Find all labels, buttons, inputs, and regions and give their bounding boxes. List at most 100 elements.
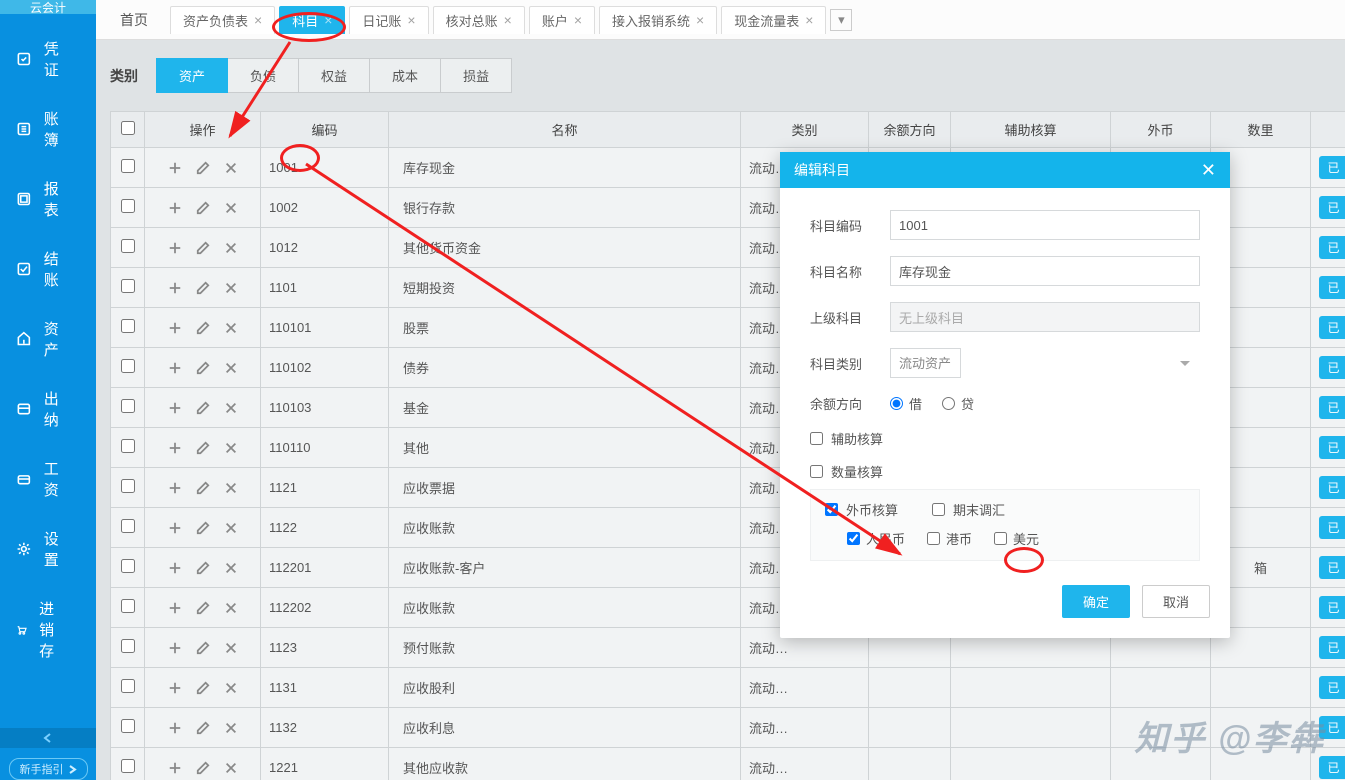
add-icon[interactable] [168, 281, 182, 295]
edit-icon[interactable] [196, 681, 210, 695]
add-icon[interactable] [168, 761, 182, 775]
cat-btn-4[interactable]: 损益 [441, 58, 512, 93]
nav-item-5[interactable]: 出 纳 [0, 374, 96, 444]
edit-icon[interactable] [196, 161, 210, 175]
add-icon[interactable] [168, 681, 182, 695]
edit-icon[interactable] [196, 401, 210, 415]
bal-credit-radio[interactable]: 贷 [942, 394, 974, 413]
row-chk[interactable] [121, 319, 135, 333]
nav-item-7[interactable]: 设 置 [0, 514, 96, 584]
cur-hkd[interactable]: 港币 [927, 529, 972, 548]
edit-icon[interactable] [196, 481, 210, 495]
tab-2[interactable]: 科目× [279, 6, 345, 34]
tab-close-icon[interactable]: × [696, 12, 704, 28]
add-icon[interactable] [168, 641, 182, 655]
edit-icon[interactable] [196, 361, 210, 375]
chk-all[interactable] [121, 121, 135, 135]
name-input[interactable] [890, 256, 1200, 286]
nav-item-6[interactable]: 工 资 [0, 444, 96, 514]
row-chk[interactable] [121, 159, 135, 173]
delete-icon[interactable] [224, 201, 238, 215]
edit-icon[interactable] [196, 281, 210, 295]
row-chk[interactable] [121, 359, 135, 373]
cancel-button[interactable]: 取消 [1142, 585, 1210, 618]
tab-close-icon[interactable]: × [324, 12, 332, 28]
nav-item-3[interactable]: 结 账 [0, 234, 96, 304]
delete-icon[interactable] [224, 281, 238, 295]
edit-icon[interactable] [196, 761, 210, 775]
tab-close-icon[interactable]: × [805, 12, 813, 28]
tab-close-icon[interactable]: × [254, 12, 262, 28]
sidebar-collapse[interactable] [0, 728, 96, 748]
tab-0[interactable]: 首页 [102, 6, 166, 34]
nav-item-0[interactable]: 凭 证 [0, 24, 96, 94]
cat-btn-0[interactable]: 资产 [156, 58, 228, 93]
tab-close-icon[interactable]: × [574, 12, 582, 28]
guide-button[interactable]: 新手指引 [9, 758, 88, 780]
add-icon[interactable] [168, 441, 182, 455]
add-icon[interactable] [168, 401, 182, 415]
add-icon[interactable] [168, 161, 182, 175]
add-icon[interactable] [168, 601, 182, 615]
row-chk[interactable] [121, 199, 135, 213]
aux-checkbox[interactable] [810, 432, 823, 445]
bal-debit-radio[interactable]: 借 [890, 394, 922, 413]
row-chk[interactable] [121, 719, 135, 733]
row-chk[interactable] [121, 439, 135, 453]
cat-btn-1[interactable]: 负债 [228, 58, 299, 93]
edit-icon[interactable] [196, 561, 210, 575]
delete-icon[interactable] [224, 761, 238, 775]
delete-icon[interactable] [224, 161, 238, 175]
edit-icon[interactable] [196, 601, 210, 615]
row-chk[interactable] [121, 519, 135, 533]
nav-item-1[interactable]: 账 簿 [0, 94, 96, 164]
cat-btn-3[interactable]: 成本 [370, 58, 441, 93]
tab-1[interactable]: 资产负债表× [170, 6, 275, 34]
add-icon[interactable] [168, 241, 182, 255]
edit-icon[interactable] [196, 641, 210, 655]
delete-icon[interactable] [224, 681, 238, 695]
nav-item-2[interactable]: 报 表 [0, 164, 96, 234]
tab-7[interactable]: 现金流量表× [721, 6, 826, 34]
edit-icon[interactable] [196, 241, 210, 255]
tab-4[interactable]: 核对总账× [433, 6, 525, 34]
add-icon[interactable] [168, 721, 182, 735]
edit-icon[interactable] [196, 521, 210, 535]
tab-more[interactable]: ▾ [830, 9, 852, 31]
fx-checkbox[interactable] [825, 503, 838, 516]
fx-end-checkbox[interactable] [932, 503, 945, 516]
add-icon[interactable] [168, 481, 182, 495]
delete-icon[interactable] [224, 481, 238, 495]
tab-close-icon[interactable]: × [407, 12, 415, 28]
cat-select[interactable]: 流动资产 [890, 348, 961, 378]
dialog-close-icon[interactable]: ✕ [1201, 160, 1216, 181]
delete-icon[interactable] [224, 641, 238, 655]
row-chk[interactable] [121, 399, 135, 413]
row-chk[interactable] [121, 479, 135, 493]
tab-3[interactable]: 日记账× [349, 6, 428, 34]
tab-close-icon[interactable]: × [504, 12, 512, 28]
add-icon[interactable] [168, 521, 182, 535]
delete-icon[interactable] [224, 241, 238, 255]
delete-icon[interactable] [224, 721, 238, 735]
delete-icon[interactable] [224, 361, 238, 375]
add-icon[interactable] [168, 361, 182, 375]
nav-item-4[interactable]: 资 产 [0, 304, 96, 374]
add-icon[interactable] [168, 561, 182, 575]
tab-6[interactable]: 接入报销系统× [599, 6, 717, 34]
delete-icon[interactable] [224, 601, 238, 615]
edit-icon[interactable] [196, 201, 210, 215]
qty-checkbox[interactable] [810, 465, 823, 478]
nav-item-8[interactable]: 进 销 存 [0, 584, 96, 675]
ok-button[interactable]: 确定 [1062, 585, 1130, 618]
row-chk[interactable] [121, 639, 135, 653]
row-chk[interactable] [121, 559, 135, 573]
add-icon[interactable] [168, 201, 182, 215]
cat-btn-2[interactable]: 权益 [299, 58, 370, 93]
row-chk[interactable] [121, 239, 135, 253]
cur-rmb[interactable]: 人民币 [847, 529, 905, 548]
row-chk[interactable] [121, 759, 135, 773]
delete-icon[interactable] [224, 561, 238, 575]
row-chk[interactable] [121, 599, 135, 613]
delete-icon[interactable] [224, 521, 238, 535]
